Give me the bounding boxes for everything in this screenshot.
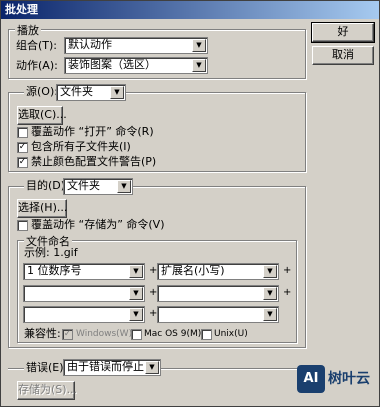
naming-field-1[interactable]: 1 位数序号 ▼ (23, 263, 145, 280)
errors-select[interactable]: 由于错误而停止 ▼ (63, 359, 161, 376)
suppress-color-label: 禁止颜色配置文件警告(P) (31, 155, 157, 168)
save-as-button[interactable]: 存储为(S)... (17, 381, 77, 400)
naming-field-2[interactable]: 扩展名(小写) ▼ (157, 263, 279, 280)
chevron-down-icon[interactable]: ▼ (117, 180, 131, 193)
chevron-down-icon[interactable]: ▼ (129, 287, 143, 300)
chevron-down-icon[interactable]: ▼ (145, 361, 159, 374)
set-select-value: 默认动作 (68, 38, 112, 51)
chevron-down-icon[interactable]: ▼ (129, 265, 143, 278)
compat-unix-checkbox[interactable] (201, 329, 212, 340)
set-label: 组合(T): (16, 39, 58, 52)
include-subfolders-checkbox[interactable]: ✓ (17, 142, 28, 153)
plus-sign: + (283, 265, 292, 276)
action-select-value: 装饰图案（选区） (68, 58, 156, 71)
compat-label: 兼容性: (24, 327, 61, 340)
naming-example: 示例: 1.gif (24, 246, 78, 259)
action-label: 动作(A): (16, 59, 58, 72)
compat-unix-label: Unix(U) (214, 329, 248, 339)
play-group-title: 播放 (15, 22, 41, 38)
compat-mac-label: Mac OS 9(M) (144, 329, 202, 339)
chevron-down-icon[interactable]: ▼ (110, 86, 124, 99)
chevron-down-icon[interactable]: ▼ (129, 308, 143, 321)
errors-select-value: 由于错误而停止 (67, 360, 144, 373)
destination-select-value: 文件夹 (67, 179, 100, 192)
watermark-text: 树叶云 (328, 371, 370, 387)
destination-select[interactable]: 文件夹 ▼ (63, 178, 133, 195)
include-subfolders-label: 包含所有子文件夹(I) (31, 140, 131, 153)
chevron-down-icon[interactable]: ▼ (192, 39, 206, 52)
chevron-down-icon[interactable]: ▼ (263, 265, 277, 278)
naming-field-3[interactable]: ▼ (23, 285, 145, 302)
source-choose-button[interactable]: 选取(C)... (17, 106, 67, 125)
source-select-value: 文件夹 (60, 85, 93, 98)
ok-button[interactable]: 好 (311, 22, 375, 43)
naming-field-5[interactable]: ▼ (23, 306, 145, 323)
cancel-button[interactable]: 取消 (312, 46, 374, 65)
chevron-down-icon[interactable]: ▼ (263, 308, 277, 321)
chevron-down-icon[interactable]: ▼ (263, 287, 277, 300)
watermark: AI 树叶云 (297, 363, 377, 397)
override-saveas-checkbox[interactable] (17, 220, 28, 231)
source-label: 源(O): (24, 85, 60, 99)
watermark-logo: AI (297, 365, 325, 393)
naming-field-6[interactable]: ▼ (157, 306, 279, 323)
set-select[interactable]: 默认动作 ▼ (64, 37, 208, 54)
source-select[interactable]: 文件夹 ▼ (56, 84, 126, 101)
compat-windows-label: Windows(W) (76, 329, 133, 339)
naming-field-2-value: 扩展名(小写) (161, 264, 225, 277)
override-open-checkbox[interactable] (17, 127, 28, 138)
naming-field-4[interactable]: ▼ (157, 285, 279, 302)
batch-dialog: 批处理 好 取消 播放 组合(T): 默认动作 ▼ 动作(A): 装饰图案（选区… (0, 0, 380, 407)
destination-choose-button[interactable]: 选择(H)... (17, 199, 67, 218)
naming-field-1-value: 1 位数序号 (27, 264, 82, 277)
chevron-down-icon[interactable]: ▼ (192, 59, 206, 72)
compat-mac-checkbox[interactable] (131, 329, 142, 340)
compat-windows-checkbox[interactable]: ✓ (62, 329, 73, 340)
override-saveas-label: 覆盖动作 “存储为” 命令(V) (31, 218, 165, 231)
override-open-label: 覆盖动作 “打开” 命令(R) (31, 125, 154, 138)
action-select[interactable]: 装饰图案（选区） ▼ (64, 57, 208, 74)
window-title: 批处理 (1, 1, 379, 19)
plus-sign: + (283, 287, 292, 298)
suppress-color-checkbox[interactable]: ✓ (17, 157, 28, 168)
